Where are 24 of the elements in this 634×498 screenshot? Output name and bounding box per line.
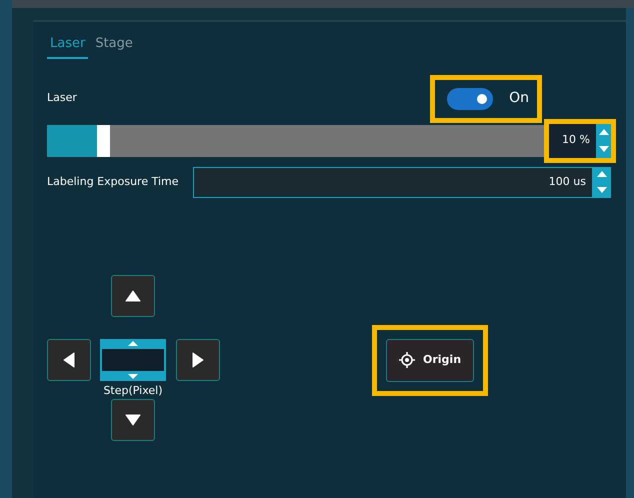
spin-buttons[interactable] (596, 124, 611, 158)
laser-toggle[interactable] (447, 88, 494, 110)
move-right-button[interactable] (176, 338, 220, 380)
move-up-button[interactable] (111, 274, 155, 316)
left-triangle-icon (63, 352, 75, 368)
power-value: 10 % (562, 132, 590, 148)
move-down-button[interactable] (111, 399, 155, 441)
spin-buttons[interactable] (593, 166, 611, 198)
right-triangle-icon (192, 352, 204, 368)
tab[interactable]: Stage (92, 32, 136, 58)
down-triangle-icon (125, 414, 141, 426)
up-triangle-icon (125, 290, 141, 302)
step-label: Step(Pixel) (103, 382, 163, 398)
step-spinner[interactable] (100, 338, 166, 380)
laser-label: Laser (47, 90, 77, 106)
power-slider[interactable] (47, 124, 544, 156)
move-left-button[interactable] (47, 338, 91, 380)
toggle-state-label: On (509, 89, 529, 108)
exposure-field[interactable]: 100 us (193, 166, 593, 198)
tab[interactable]: Laser (47, 32, 88, 58)
slider-thumb[interactable] (96, 124, 110, 156)
exposure-label: Labeling Exposure Time (47, 174, 180, 190)
crosshair-icon (399, 352, 415, 368)
origin-button[interactable]: Origin (386, 338, 474, 382)
